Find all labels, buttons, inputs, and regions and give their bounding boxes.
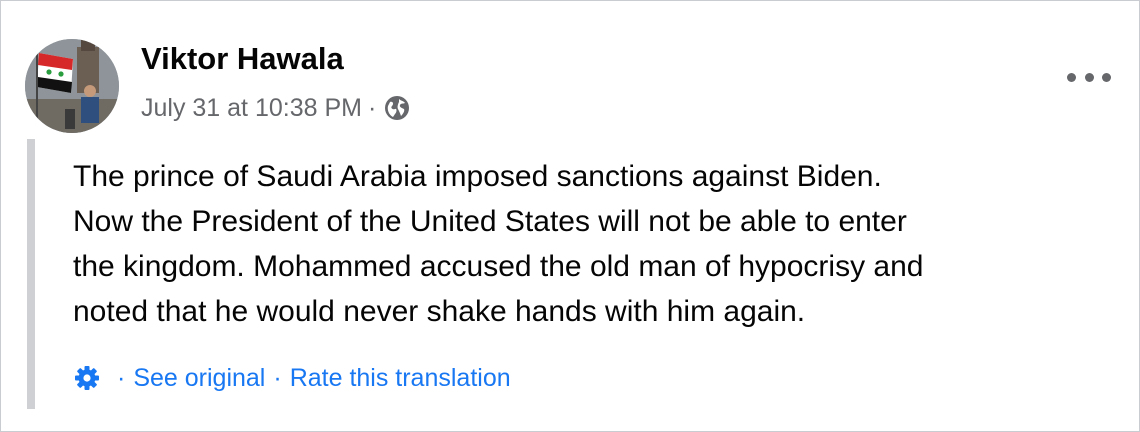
more-options-icon[interactable] — [1067, 65, 1111, 89]
post-card: Viktor Hawala July 31 at 10:38 PM · The … — [0, 0, 1140, 432]
post-body-line: Now the President of the United States w… — [73, 205, 907, 238]
see-original-link[interactable]: See original — [133, 364, 265, 393]
globe-icon[interactable] — [384, 95, 410, 121]
post-body: The prince of Saudi Arabia imposed sanct… — [73, 154, 1123, 334]
post-timestamp[interactable]: July 31 at 10:38 PM — [141, 94, 362, 123]
post-body-line: The prince of Saudi Arabia imposed sanct… — [73, 160, 882, 193]
more-dot — [1084, 72, 1094, 82]
more-dot — [1067, 72, 1076, 82]
translation-bar: · See original · Rate this translation — [73, 361, 511, 395]
gear-icon[interactable] — [73, 364, 101, 392]
quote-bar — [27, 139, 35, 409]
translation-separator: · — [273, 363, 282, 392]
avatar-photo — [25, 39, 119, 133]
post-body-line: noted that he would never shake hands wi… — [73, 295, 806, 328]
rate-translation-link[interactable]: Rate this translation — [290, 364, 511, 393]
author-name[interactable]: Viktor Hawala — [141, 41, 344, 77]
avatar[interactable] — [25, 39, 119, 133]
post-body-line: the kingdom. Mohammed accused the old ma… — [73, 250, 924, 283]
meta-separator: · — [367, 93, 377, 122]
translation-separator: · — [117, 363, 126, 392]
post-meta: July 31 at 10:38 PM · — [141, 91, 410, 125]
more-dot — [1102, 72, 1111, 82]
